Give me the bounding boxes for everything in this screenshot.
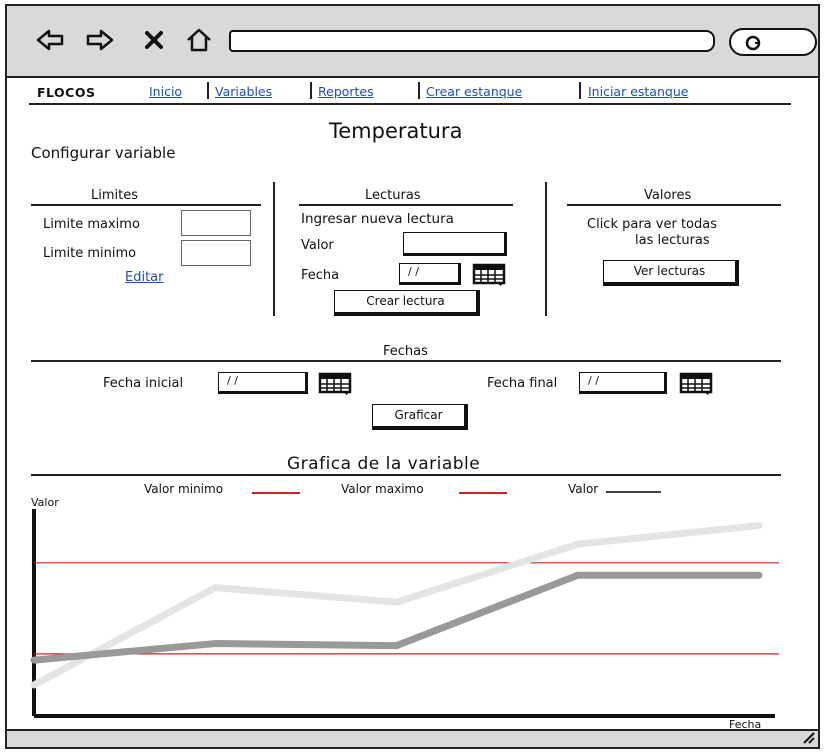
browser-window: FLOCOS Inicio Variables Reportes Crear e… (5, 4, 820, 749)
line-chart (30, 509, 779, 718)
resize-grip-icon[interactable] (802, 732, 816, 744)
series-light-line (30, 522, 763, 689)
series-dark-line (30, 571, 763, 664)
browser-status-bar (7, 729, 818, 747)
